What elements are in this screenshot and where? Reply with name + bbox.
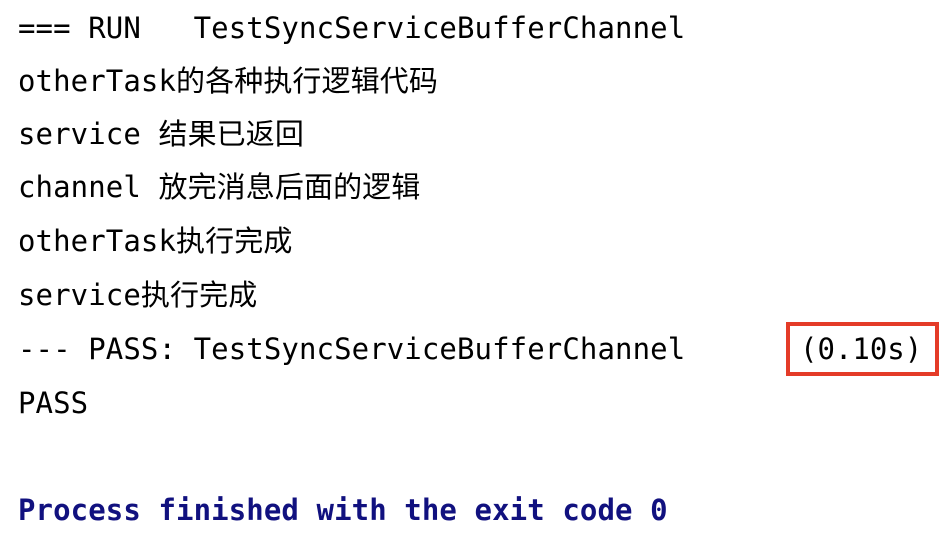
- console-line-run-header: === RUN TestSyncServiceBufferChannel: [18, 11, 686, 45]
- console-line-othertask-done: otherTask执行完成: [18, 224, 293, 258]
- console-line-process-finished: Process finished with the exit code 0: [18, 493, 668, 527]
- console-line-service-done: service执行完成: [18, 278, 258, 312]
- console-line-othertask-logic: otherTask的各种执行逻辑代码: [18, 64, 438, 98]
- console-line-service-result: service 结果已返回: [18, 117, 304, 151]
- console-output-panel: === RUN TestSyncServiceBufferChannel oth…: [0, 0, 948, 546]
- test-duration-label: (0.10s): [800, 332, 923, 366]
- console-line-channel-logic: channel 放完消息后面的逻辑: [18, 170, 421, 204]
- console-line-pass-summary: PASS: [18, 386, 89, 420]
- console-line-pass-result: --- PASS: TestSyncServiceBufferChannel: [18, 332, 686, 366]
